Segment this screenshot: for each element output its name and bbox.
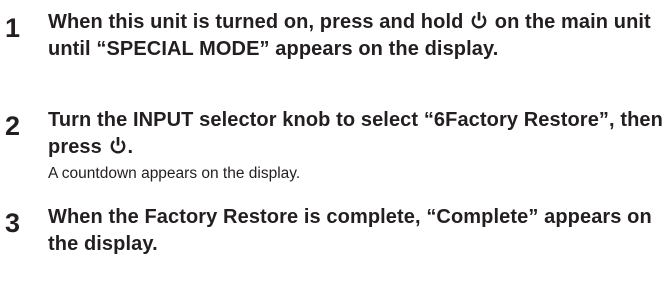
step-instruction: When this unit is turned on, press and h… bbox=[48, 9, 670, 62]
step-body: Turn the INPUT selector knob to select “… bbox=[48, 107, 670, 185]
step-text-before-icon: When this unit is turned on, press and h… bbox=[48, 11, 464, 33]
step-body: When this unit is turned on, press and h… bbox=[48, 9, 670, 62]
step-instruction: Turn the INPUT selector knob to select “… bbox=[48, 107, 670, 160]
step-number: 3 bbox=[5, 208, 21, 238]
step-instruction: When the Factory Restore is complete, “C… bbox=[48, 206, 652, 255]
step-number: 1 bbox=[5, 13, 21, 43]
step-text-after-icon: . bbox=[127, 135, 134, 158]
step-note: A countdown appears on the display. bbox=[48, 165, 301, 182]
power-icon bbox=[470, 11, 488, 30]
power-icon bbox=[109, 136, 127, 155]
step-text-before-icon: Turn the INPUT selector knob to select “… bbox=[48, 109, 663, 158]
step-number: 2 bbox=[5, 111, 21, 141]
step-body: When the Factory Restore is complete, “C… bbox=[48, 204, 670, 257]
